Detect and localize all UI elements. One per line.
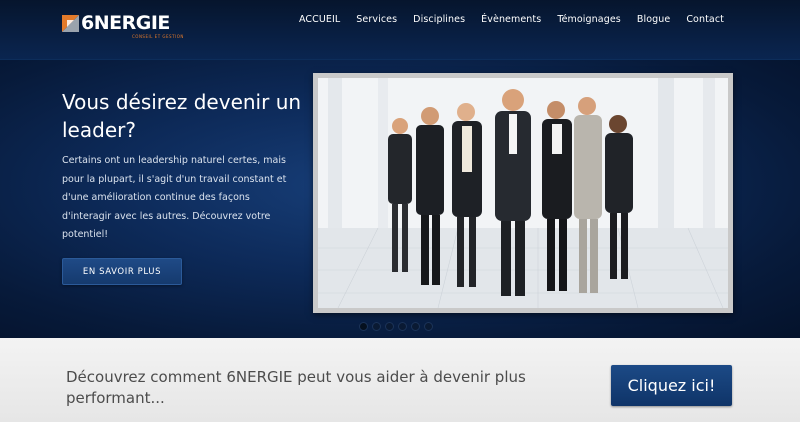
nav-item-blogue[interactable]: Blogue bbox=[637, 14, 670, 25]
slider-dot-3[interactable] bbox=[385, 322, 394, 331]
learn-more-button[interactable]: EN SAVOIR PLUS bbox=[62, 258, 182, 285]
team-photo bbox=[318, 78, 728, 308]
click-here-button[interactable]: Cliquez ici! bbox=[611, 365, 732, 406]
logo[interactable]: 6NERGIE CONSEIL ET GESTION bbox=[62, 12, 183, 42]
hero-slide-frame bbox=[313, 73, 733, 313]
nav-item-temoignages[interactable]: Témoignages bbox=[557, 14, 621, 25]
nav-item-contact[interactable]: Contact bbox=[686, 14, 724, 25]
nav-item-evenements[interactable]: Évènements bbox=[481, 14, 541, 25]
promo-text: Découvrez comment 6NERGIE peut vous aide… bbox=[66, 368, 526, 407]
slider-dot-5[interactable] bbox=[411, 322, 420, 331]
slider-dot-6[interactable] bbox=[424, 322, 433, 331]
slider-dot-4[interactable] bbox=[398, 322, 407, 331]
logo-title: 6NERGIE bbox=[81, 12, 170, 34]
promo-bar: Découvrez comment 6NERGIE peut vous aide… bbox=[0, 338, 800, 422]
hero-banner: Vous désirez devenir un leader? Certains… bbox=[0, 60, 800, 338]
logo-subtitle: CONSEIL ET GESTION bbox=[132, 34, 184, 39]
hero-description: Certains ont un leadership naturel certe… bbox=[62, 155, 287, 240]
nav-item-services[interactable]: Services bbox=[356, 14, 397, 25]
slider-dot-1[interactable] bbox=[359, 322, 368, 331]
main-nav: ACCUEIL Services Disciplines Évènements … bbox=[283, 14, 724, 25]
nav-item-accueil[interactable]: ACCUEIL bbox=[299, 14, 340, 25]
slider-dot-2[interactable] bbox=[372, 322, 381, 331]
site-header: 6NERGIE CONSEIL ET GESTION ACCUEIL Servi… bbox=[0, 0, 800, 60]
hero-title: Vous désirez devenir un leader? bbox=[62, 90, 302, 142]
logo-mark-icon bbox=[62, 15, 79, 32]
slider-dots bbox=[359, 322, 437, 331]
nav-item-disciplines[interactable]: Disciplines bbox=[413, 14, 465, 25]
